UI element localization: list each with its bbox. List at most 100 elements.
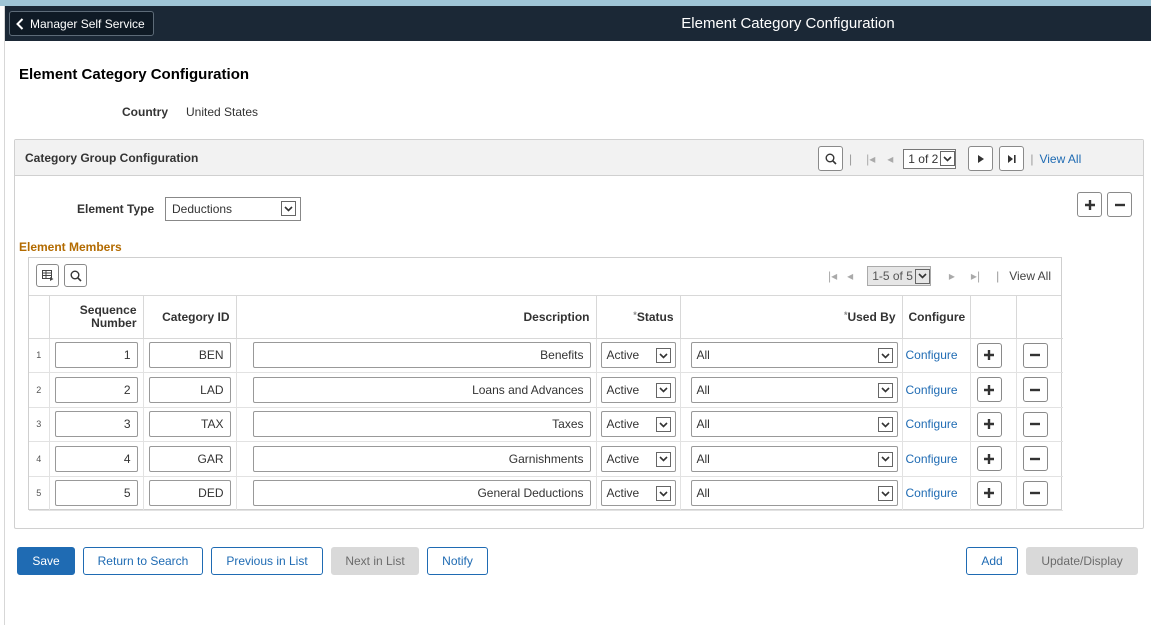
configure-link[interactable]: Configure [906,348,958,362]
status-select[interactable]: Active [600,480,676,507]
delete-row-button[interactable] [1022,377,1048,403]
next-icon[interactable]: ▸ [949,269,955,283]
table-row: 4 4 GAR Garnishments Active All Configure [29,441,1063,477]
plus-icon [984,488,994,499]
status-value: Active [606,348,640,363]
delete-row-button[interactable] [1022,411,1048,437]
update-display-button[interactable]: Update/Display [1026,547,1138,575]
category-id-input[interactable]: DED [148,480,231,507]
category-id-input[interactable]: TAX [148,411,231,438]
add-row-button[interactable] [976,377,1002,403]
element-type-select[interactable]: Deductions [165,197,301,221]
description-input[interactable]: Garnishments [252,445,591,472]
configure-link[interactable]: Configure [906,452,958,466]
add-row-button[interactable] [976,480,1002,506]
notify-button[interactable]: Notify [427,547,488,575]
delete-row-button[interactable] [1022,446,1048,472]
category-id-input[interactable]: LAD [148,376,231,403]
configure-link[interactable]: Configure [906,417,958,431]
used-by-value: All [696,451,710,466]
personalize-button[interactable] [36,264,59,287]
table-row: 1 1 BEN Benefits Active All Configure [29,338,1063,373]
return-to-search-button[interactable]: Return to Search [83,547,203,575]
used-by-select[interactable]: All [690,411,898,438]
col-sequence: Sequence Number [49,296,144,339]
grid-row-selector-value: 1-5 of 5 [872,269,913,283]
description-input[interactable]: Taxes [252,411,591,438]
grid-search-button[interactable] [64,264,87,287]
add-row-button[interactable] [976,342,1002,368]
previous-in-list-button[interactable]: Previous in List [211,547,323,575]
view-all-link[interactable]: View All [1039,152,1081,166]
used-by-cell: All [680,338,903,373]
save-button[interactable]: Save [17,547,75,575]
used-by-select[interactable]: All [690,445,898,472]
add-button[interactable]: Add [966,547,1018,575]
delete-row-button[interactable] [1022,480,1048,506]
back-button-label: Manager Self Service [30,16,145,31]
status-select[interactable]: Active [600,376,676,403]
add-row-button[interactable] [976,446,1002,472]
minus-icon [1114,203,1125,206]
prev-icon[interactable]: ◂ [887,152,893,166]
col-rownum [29,296,50,339]
last-icon[interactable]: ▸| [971,269,980,283]
sequence-input[interactable]: 1 [54,342,138,369]
status-select[interactable]: Active [600,342,676,369]
chevron-down-icon [877,348,893,364]
grid-view-all[interactable]: View All [1009,269,1051,283]
delete-row-button[interactable] [1107,192,1132,217]
used-by-cell: All [680,407,903,442]
row-selector[interactable]: 1 of 2 [903,148,957,169]
country-value: United States [186,105,259,119]
category-id-input[interactable]: GAR [148,445,231,472]
grid-row-selector[interactable]: 1-5 of 5 [867,266,931,286]
group-row-actions [1077,192,1132,217]
used-by-select[interactable]: All [690,480,898,507]
members-title: Element Members [19,240,122,254]
next-in-list-button[interactable]: Next in List [331,547,419,575]
chevron-down-icon [877,417,893,433]
used-by-select[interactable]: All [690,342,898,369]
description-input[interactable]: Benefits [252,342,591,369]
next-button[interactable] [968,146,994,171]
description-cell: General Deductions [236,476,597,511]
separator: | [996,269,1000,283]
last-button[interactable] [999,146,1025,171]
description-input[interactable]: General Deductions [252,480,591,507]
page-title: Element Category Configuration [19,66,250,83]
chevron-down-icon [655,451,671,467]
prev-icon[interactable]: ◂ [847,269,853,283]
add-row-button[interactable] [976,411,1002,437]
add-cell [970,441,1017,477]
category-id-input[interactable]: BEN [148,342,231,369]
configure-link[interactable]: Configure [906,383,958,397]
status-select[interactable]: Active [600,445,676,472]
col-status-label: Status [636,309,674,324]
used-by-select[interactable]: All [690,376,898,403]
sequence-input[interactable]: 5 [54,480,138,507]
delete-row-button[interactable] [1022,342,1048,368]
row-number: 3 [29,407,50,442]
first-icon[interactable]: |◂ [866,152,875,166]
sequence-input[interactable]: 2 [54,376,138,403]
chevron-down-icon [877,451,893,467]
row-number: 4 [29,441,50,477]
sequence-cell: 5 [49,476,144,511]
search-button[interactable] [818,146,843,171]
col-category-id: Category ID [143,296,237,339]
category-cell: DED [143,476,237,511]
back-button[interactable]: Manager Self Service [9,11,154,36]
first-icon[interactable]: |◂ [828,269,837,283]
sequence-input[interactable]: 4 [54,445,138,472]
group-title: Category Group Configuration [25,150,199,165]
row-selector-value: 1 of 2 [908,151,939,166]
minus-icon [1030,388,1040,391]
description-input[interactable]: Loans and Advances [252,376,591,403]
status-select[interactable]: Active [600,411,676,438]
add-row-button[interactable] [1077,192,1102,217]
grid-pager: |◂ ◂ 1-5 of 5 ▸ ▸| | View All [828,266,1051,286]
configure-link[interactable]: Configure [906,486,958,500]
chevron-down-icon [877,486,893,502]
sequence-input[interactable]: 3 [54,411,138,438]
